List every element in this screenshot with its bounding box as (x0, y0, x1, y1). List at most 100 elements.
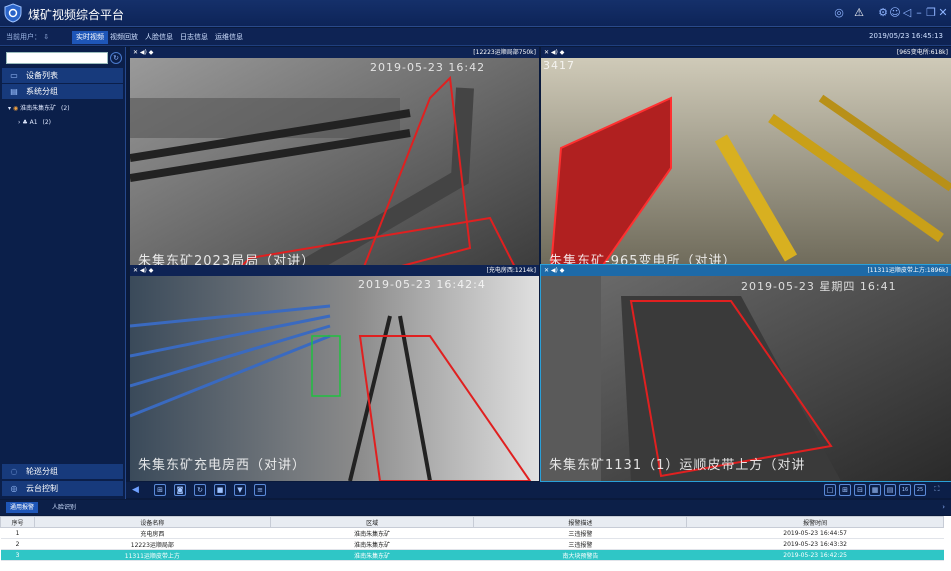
video-timestamp: 3417 (543, 59, 575, 72)
sidebar-item-system-group[interactable]: ▤ 系统分组 (2, 84, 123, 99)
table-header-row: 序号 设备名称 区域 报警描述 报警时间 (0, 516, 944, 528)
cycle-icon: ◌ (10, 467, 18, 476)
search-input[interactable] (6, 52, 108, 64)
warning-icon[interactable]: ⚠ (852, 6, 866, 20)
pane-controls-icon[interactable]: ✕ ◀) ◆ (133, 47, 153, 58)
video-pane-header: ✕ ◀) ◆ [12223运顺局部750k] (130, 47, 539, 58)
ptz-icon: ◎ (10, 484, 18, 493)
table-cell: 充电房西 (34, 527, 271, 539)
menu-bar: 当前用户： ⇩ 实时视频 视频回放 人脸信息 日志信息 运维信息 2019/05… (0, 28, 951, 46)
folder-icon: ▤ (10, 87, 18, 96)
video-pane-header: ✕ ◀) ◆ [965变电所:618k] (541, 47, 951, 58)
table-cell: 2019-05-23 16:42:25 (686, 549, 944, 561)
table-row[interactable]: 2 12223运顺局部 淮南朱集东矿 三违报警 2019-05-23 16:43:32 (0, 538, 944, 550)
shield-logo-icon (4, 3, 22, 23)
search-icon[interactable]: ↻ (110, 52, 122, 64)
column-header[interactable]: 设备名称 (33, 516, 271, 528)
video-feed (541, 276, 951, 481)
sidebar: ↻ ▭ 设备列表 ▤ 系统分组 ▾ ◉ 淮南朱集东矿 (2) › ♣ A1 (2… (0, 47, 126, 499)
table-cell: 淮南朱集东矿 (270, 538, 474, 550)
layout-1-icon[interactable]: □ (824, 484, 836, 496)
layout-25-icon[interactable]: 25 (914, 484, 926, 496)
video-pane-2[interactable]: ✕ ◀) ◆ [965变电所:618k] 3417 朱集东矿-965变电所（对讲） (541, 47, 951, 277)
tab-live-video[interactable]: 实时视频 (72, 31, 108, 44)
table-cell: 淮南朱集东矿 (270, 527, 474, 539)
table-cell: 12223运顺局部 (34, 538, 271, 550)
tab-maintenance[interactable]: 运维信息 (211, 31, 247, 44)
table-cell: 1 (0, 527, 35, 539)
sidebar-item-label: 系统分组 (26, 87, 58, 96)
video-pane-3[interactable]: ✕ ◀) ◆ [充电房西:1214k] 2019-05-23 16:42:4 朱集… (130, 265, 539, 481)
layout-8-icon[interactable]: ▦ (869, 484, 881, 496)
camera-name: [充电房西:1214k] (486, 267, 536, 274)
camera-name: [965变电所:618k] (896, 49, 948, 56)
table-cell: 3 (0, 549, 35, 561)
sidebar-item-label: 轮巡分组 (26, 467, 58, 476)
mine-icon: ◉ (12, 105, 19, 112)
sidebar-item-cycle-group[interactable]: ◌ 轮巡分组 (2, 464, 123, 479)
tree-node-label: A1 (29, 119, 38, 126)
tab-general-alarm[interactable]: 通用报警 (6, 502, 39, 513)
close-icon[interactable]: ✕ (936, 6, 950, 20)
camera-name: [11311运顺皮带上方:1896k] (867, 267, 948, 274)
table-row[interactable]: 3 11311运顺皮带上方 淮南朱集东矿 南大块预警告 2019-05-23 16:42… (0, 549, 944, 561)
current-user-label: 当前用户： ⇩ (6, 33, 50, 41)
table-cell: 淮南朱集东矿 (270, 549, 474, 561)
expand-icon[interactable]: ▾ (8, 105, 11, 112)
sidebar-item-device-list[interactable]: ▭ 设备列表 (2, 68, 123, 83)
multi-screen-icon[interactable]: ⊞ (154, 484, 166, 496)
fullscreen-icon[interactable]: ⛶ (931, 484, 943, 496)
table-row[interactable]: 1 充电房西 淮南朱集东矿 三违报警 2019-05-23 16:44:57 (0, 527, 944, 539)
tab-playback[interactable]: 视频回放 (106, 31, 142, 44)
stop-icon[interactable]: ■ (214, 484, 226, 496)
layout-16-icon[interactable]: 16 (899, 484, 911, 496)
tree-node-a1[interactable]: › ♣ A1 (2) (18, 119, 51, 126)
title-bar: 煤矿视频综合平台 ◎ ⚠ ⚙ ☺ ◁ – ❐ ✕ (0, 0, 951, 27)
table-body: 1 充电房西 淮南朱集东矿 三违报警 2019-05-23 16:44:57 2 12223… (0, 527, 944, 561)
tab-log-info[interactable]: 日志信息 (176, 31, 212, 44)
table-cell: 2019-05-23 16:44:57 (686, 527, 944, 539)
tree-node-count: (2) (61, 105, 70, 112)
tab-face-info[interactable]: 人脸信息 (141, 31, 177, 44)
video-toolbar: ◀ ⊞ ◙ ↻ ■ ▼ ≡ □ ⊞ ⊟ ▦ ▤ 16 25 ⛶ (126, 482, 951, 498)
column-header[interactable]: 报警描述 (473, 516, 688, 528)
alarm-tabs: 通用报警 人脸识别 › (0, 500, 951, 515)
video-timestamp: 2019-05-23 星期四 16:41 (741, 280, 897, 293)
layout-6-icon[interactable]: ⊟ (854, 484, 866, 496)
column-header[interactable]: 区域 (269, 516, 475, 528)
app-title: 煤矿视频综合平台 (28, 8, 125, 22)
layout-9-icon[interactable]: ▤ (884, 484, 896, 496)
tree-node-count: (2) (42, 119, 51, 126)
video-pane-header: ✕ ◀) ◆ [充电房西:1214k] (130, 265, 539, 276)
pane-controls-icon[interactable]: ✕ ◀) ◆ (133, 265, 153, 276)
collapse-icon[interactable]: › (942, 503, 945, 511)
tab-face-recognition[interactable]: 人脸识别 (48, 502, 80, 513)
refresh-icon[interactable]: ↻ (194, 484, 206, 496)
sidebar-item-ptz-control[interactable]: ◎ 云台控制 (2, 481, 123, 496)
tree-node-mine[interactable]: ▾ ◉ 淮南朱集东矿 (2) (8, 103, 70, 112)
video-pane-1[interactable]: ✕ ◀) ◆ [12223运顺局部750k] 2019-05-23 16:42 朱… (130, 47, 539, 277)
pane-controls-icon[interactable]: ✕ ◀) ◆ (544, 47, 564, 58)
pane-controls-icon[interactable]: ✕ ◀) ◆ (544, 265, 564, 276)
table-cell: 2019-05-23 16:43:32 (686, 538, 944, 550)
video-feed (130, 58, 539, 277)
column-header[interactable]: 序号 (0, 516, 35, 528)
snapshot-icon[interactable]: ◙ (174, 484, 186, 496)
download-icon[interactable]: ▼ (234, 484, 246, 496)
video-timestamp: 2019-05-23 16:42:4 (358, 278, 486, 291)
alarm-bell-icon[interactable]: ◎ (832, 6, 846, 20)
table-cell: 三违报警 (473, 538, 687, 550)
video-timestamp: 2019-05-23 16:42 (370, 61, 486, 74)
video-overlay-label: 朱集东矿充电房西（对讲） (138, 458, 307, 473)
list-icon[interactable]: ≡ (254, 484, 266, 496)
layout-4-icon[interactable]: ⊞ (839, 484, 851, 496)
table-cell: 2 (0, 538, 35, 550)
table-cell: 11311运顺皮带上方 (34, 549, 271, 561)
expand-icon[interactable]: › (18, 119, 20, 126)
video-pane-4[interactable]: ✕ ◀) ◆ [11311运顺皮带上方:1896k] 2019-05-23 星期四… (540, 264, 951, 482)
video-feed (541, 58, 951, 277)
column-header[interactable]: 报警时间 (686, 516, 944, 528)
prev-arrow-icon[interactable]: ◀ (132, 485, 139, 495)
video-overlay-label: 朱集东矿1131（1）运顺皮带上方（对讲 (549, 458, 806, 473)
alarm-table: 序号 设备名称 区域 报警描述 报警时间 1 充电房西 淮南朱集东矿 三违报警 2019-05-… (0, 516, 951, 571)
